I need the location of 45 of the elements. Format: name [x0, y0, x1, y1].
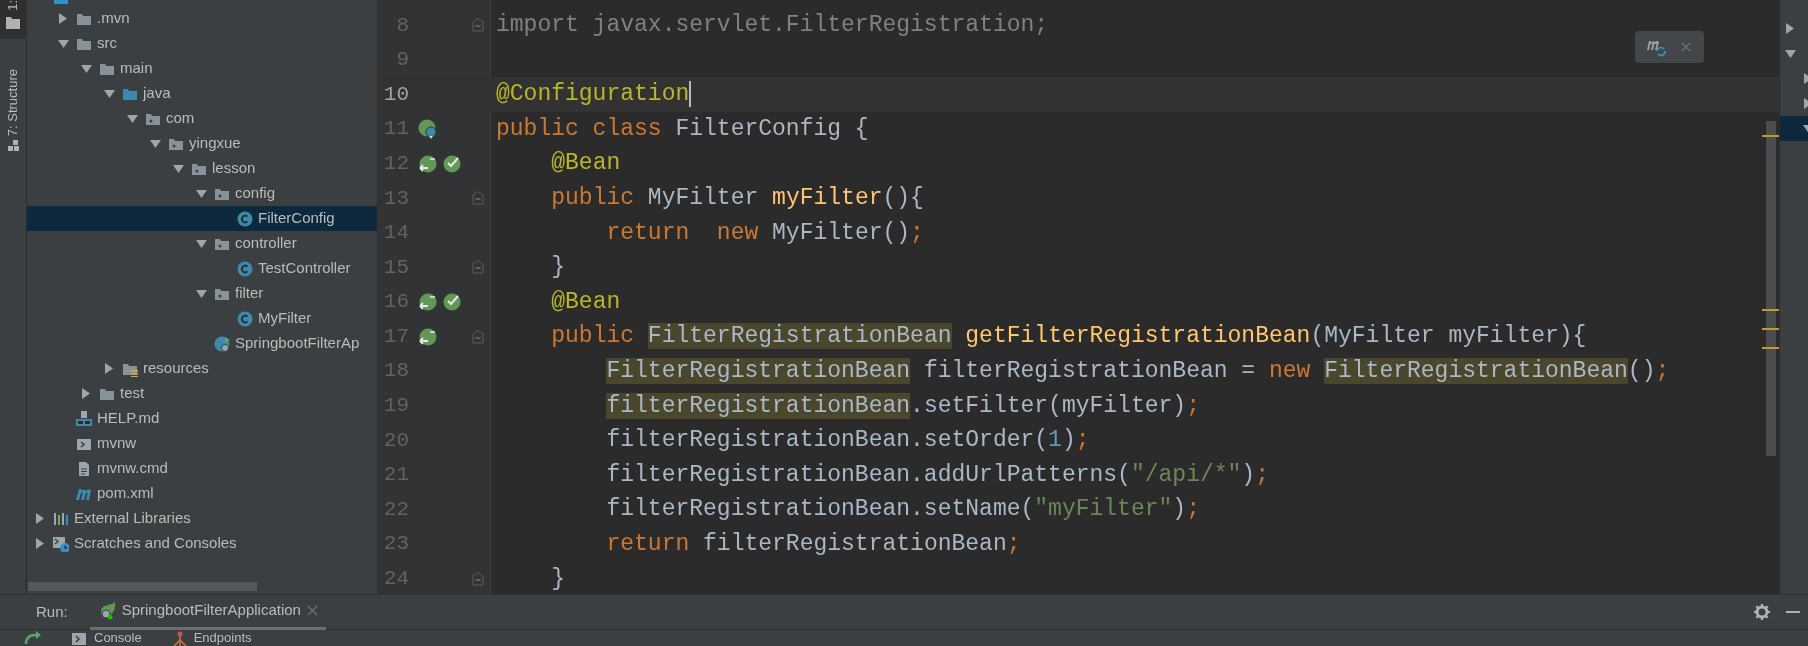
- code-line: public FilterRegistrationBean getFilterRegistrationBean(MyFilter myFilter){: [550, 322, 1587, 352]
- run-tab[interactable]: SpringbootFilterApplication: [89, 594, 326, 630]
- tree-item[interactable]: Scratches and Consoles: [74, 532, 237, 555]
- tree-item[interactable]: com: [166, 107, 195, 130]
- code-line: @Bean: [550, 287, 621, 317]
- tree-item[interactable]: FilterConfig: [258, 207, 335, 230]
- tree-item[interactable]: mvnw: [97, 432, 137, 455]
- tree-item[interactable]: resources: [143, 357, 209, 380]
- toolbar-tab[interactable]: Endpoints: [171, 630, 252, 646]
- code-line: filterRegistrationBean.addUrlPatterns("/api/*");: [605, 460, 1269, 490]
- code-line: filterRegistrationBean.setOrder(1);: [605, 426, 1090, 456]
- tree-item[interactable]: lesson: [212, 157, 256, 180]
- tree-item[interactable]: main: [120, 57, 153, 80]
- code-line: public class FilterConfig {: [495, 114, 869, 144]
- tree-item[interactable]: mvnw.cmd: [97, 457, 168, 480]
- code-line: FilterRegistrationBean filterRegistrationBean = new FilterRegistrationBean();: [605, 356, 1670, 386]
- code-line: }: [550, 564, 566, 594]
- tree-item[interactable]: TestController: [258, 257, 351, 280]
- tree-item[interactable]: test: [120, 382, 145, 405]
- tree-item[interactable]: filter: [235, 282, 264, 305]
- code-line: @Bean: [550, 149, 621, 179]
- code-line: return new MyFilter();: [605, 218, 924, 248]
- tree-item[interactable]: HELP.md: [97, 407, 160, 430]
- code-line: }: [550, 253, 566, 283]
- tree-item[interactable]: MyFilter: [258, 307, 312, 330]
- tool-window-tab[interactable]: 7: Structure: [3, 68, 23, 137]
- tree-item[interactable]: config: [235, 182, 276, 205]
- tree-item[interactable]: External Libraries: [74, 507, 191, 530]
- tree-item[interactable]: SpringbootFilterAp: [235, 332, 360, 355]
- code-line: @Configuration: [495, 80, 690, 110]
- tree-item[interactable]: pom.xml: [97, 482, 154, 505]
- line-number: 10: [382, 81, 409, 108]
- tree-item[interactable]: controller: [235, 232, 297, 255]
- run-label: Run:: [36, 601, 68, 622]
- tree-item[interactable]: .mvn: [97, 7, 130, 30]
- code-line: filterRegistrationBean.setName("myFilter");: [605, 495, 1200, 525]
- code-line: public MyFilter myFilter(){: [550, 184, 924, 213]
- tree-item[interactable]: src: [97, 32, 117, 55]
- toolbar-tab[interactable]: Console: [72, 630, 142, 646]
- tree-item[interactable]: java: [143, 82, 171, 105]
- tree-item[interactable]: yingxue: [189, 132, 241, 155]
- selected-row[interactable]: FilterConfig: [27, 206, 377, 231]
- code-line: import javax.servlet.FilterRegistration;: [495, 11, 1049, 41]
- code-line: filterRegistrationBean.setFilter(myFilter);: [605, 391, 1200, 421]
- code-line: return filterRegistrationBean;: [605, 529, 1021, 559]
